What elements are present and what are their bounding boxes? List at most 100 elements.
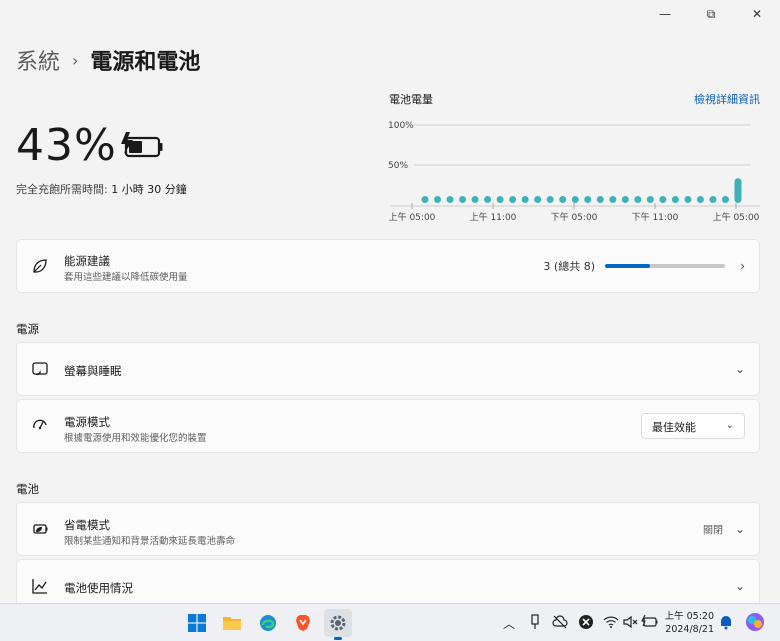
volume-muted-icon[interactable] [622, 614, 638, 630]
battery-heading: 電池 [16, 482, 39, 496]
windows-logo-icon [188, 614, 206, 632]
minimize-button[interactable]: — [642, 0, 688, 28]
start-button[interactable] [183, 609, 211, 637]
chart-bar [471, 196, 479, 203]
file-explorer-button[interactable] [218, 609, 246, 637]
brave-icon [296, 615, 310, 631]
chart-bar [609, 196, 617, 203]
chart-bar [709, 196, 717, 203]
power-mode-icon [33, 419, 47, 430]
chart-bar [734, 178, 742, 203]
clock[interactable]: 上午 05:20 2024/8/21 [665, 610, 714, 636]
battery-tray-icon[interactable] [641, 614, 659, 630]
charge-time-label: 完全充飽所需時間: [16, 183, 108, 196]
copilot-icon[interactable] [745, 612, 765, 632]
breadcrumb-chevron-icon: › [72, 50, 79, 70]
chart-y-tick: 100% [388, 121, 414, 131]
chart-bar [671, 196, 679, 203]
battery-saver-state: 關閉 [703, 525, 723, 537]
chart-bar [434, 196, 442, 203]
leaf-icon [33, 259, 47, 273]
edge-icon [260, 615, 276, 631]
chart-bar [659, 196, 667, 203]
clock-date: 2024/8/21 [665, 624, 714, 635]
gear-icon [330, 615, 346, 631]
chart-bar [534, 196, 542, 203]
chart-bar [459, 196, 467, 203]
wifi-icon[interactable] [603, 614, 619, 630]
battery-usage-title: 電池使用情況 [64, 581, 133, 595]
chart-bar [571, 196, 579, 203]
battery-level-chart: 100% 50% 上午 05:00 上午 11:00 下午 05:00 下午 11:00 上… [388, 121, 760, 223]
energy-title: 能源建議 [64, 254, 110, 268]
energy-subtitle: 套用這些建議以降低碳使用量 [64, 272, 188, 283]
chart-bar [721, 196, 729, 203]
battery-saver-card[interactable]: 省電模式 限制某些通知和背景活動來延長電池壽命 關閉 ⌄ [16, 502, 760, 556]
chart-bar [496, 196, 504, 203]
chart-bar [559, 196, 567, 203]
chart-bar [634, 196, 642, 203]
chart-bar [446, 196, 454, 203]
chevron-down-icon: ⌄ [725, 420, 734, 431]
energy-recommendations-card[interactable]: 能源建議 套用這些建議以降低碳使用量 3 (總共 8) › [16, 239, 760, 293]
breadcrumb-system[interactable]: 系統 [16, 44, 60, 76]
line-chart-icon [32, 579, 47, 594]
page-title: 電源和電池 [90, 50, 201, 75]
usb-icon[interactable] [529, 614, 541, 630]
power-mode-dropdown[interactable]: 最佳效能 ⌄ [641, 413, 745, 439]
window-controls: — ⧉ ✕ [642, 0, 780, 28]
chart-bar [584, 196, 592, 203]
battery-percent: 43% [16, 120, 117, 171]
chart-bar [509, 196, 517, 203]
screen-sleep-card[interactable]: 螢幕與睡眠 ⌄ [16, 342, 760, 396]
battery-saver-icon [33, 524, 48, 534]
power-heading: 電源 [16, 322, 39, 336]
cloud-off-icon[interactable] [552, 614, 568, 630]
folder-icon [223, 617, 241, 630]
settings-button[interactable] [324, 609, 352, 640]
chevron-down-icon: ⌄ [734, 579, 745, 593]
chart-bar [546, 196, 554, 203]
chevron-down-icon: ⌄ [734, 362, 745, 376]
maximize-button[interactable]: ⧉ [688, 0, 734, 28]
battery-saver-subtitle: 限制某些通知和背景活動來延長電池壽命 [64, 536, 236, 547]
taskbar: ︿ 上午 05:20 2024/8/21 [0, 603, 780, 641]
power-mode-title: 電源模式 [64, 415, 110, 429]
show-hidden-icons[interactable]: ︿ [503, 615, 515, 632]
chart-bar [696, 196, 704, 203]
recommendation-count: 3 (總共 8) [543, 260, 595, 273]
power-mode-card: 電源模式 根據電源使用和效能優化您的裝置 最佳效能 ⌄ [16, 399, 760, 453]
chart-y-tick: 50% [388, 161, 408, 171]
chart-bar [596, 196, 604, 203]
chart-x-tick: 上午 11:00 [470, 211, 517, 223]
charge-time: 完全充飽所需時間: 1 小時 30 分鐘 [16, 181, 187, 197]
brave-button[interactable] [289, 609, 317, 637]
chart-bar [646, 196, 654, 203]
edge-button[interactable] [254, 609, 282, 637]
chart-bar [621, 196, 629, 203]
screen-sleep-title: 螢幕與睡眠 [64, 364, 122, 378]
chart-x-tick: 上午 05:00 [713, 211, 760, 223]
battery-saver-title: 省電模式 [64, 518, 110, 532]
chart-bar [484, 196, 492, 203]
chart-title: 電池電量 [389, 93, 433, 106]
close-button[interactable]: ✕ [734, 0, 780, 28]
view-details-link[interactable]: 檢視詳細資訊 [694, 91, 760, 107]
chart-x-tick: 下午 11:00 [632, 211, 679, 223]
chart-bar [421, 196, 429, 203]
recommendation-progress [605, 264, 725, 268]
screen-sleep-icon [32, 362, 48, 376]
notification-bell-icon[interactable] [719, 614, 733, 630]
chart-bar [684, 196, 692, 203]
breadcrumb: 系統 › 電源和電池 [16, 44, 200, 76]
power-mode-subtitle: 根據電源使用和效能優化您的裝置 [64, 433, 207, 444]
power-mode-value: 最佳效能 [652, 421, 696, 434]
app-x-icon[interactable] [578, 614, 594, 630]
chart-bar [521, 196, 529, 203]
progress-fill [605, 264, 650, 268]
battery-charging-icon [121, 132, 163, 158]
charge-time-value: 1 小時 30 分鐘 [111, 183, 187, 196]
chevron-down-icon: ⌄ [734, 522, 745, 536]
chart-x-tick: 上午 05:00 [389, 211, 436, 223]
chevron-right-icon: › [740, 259, 745, 273]
